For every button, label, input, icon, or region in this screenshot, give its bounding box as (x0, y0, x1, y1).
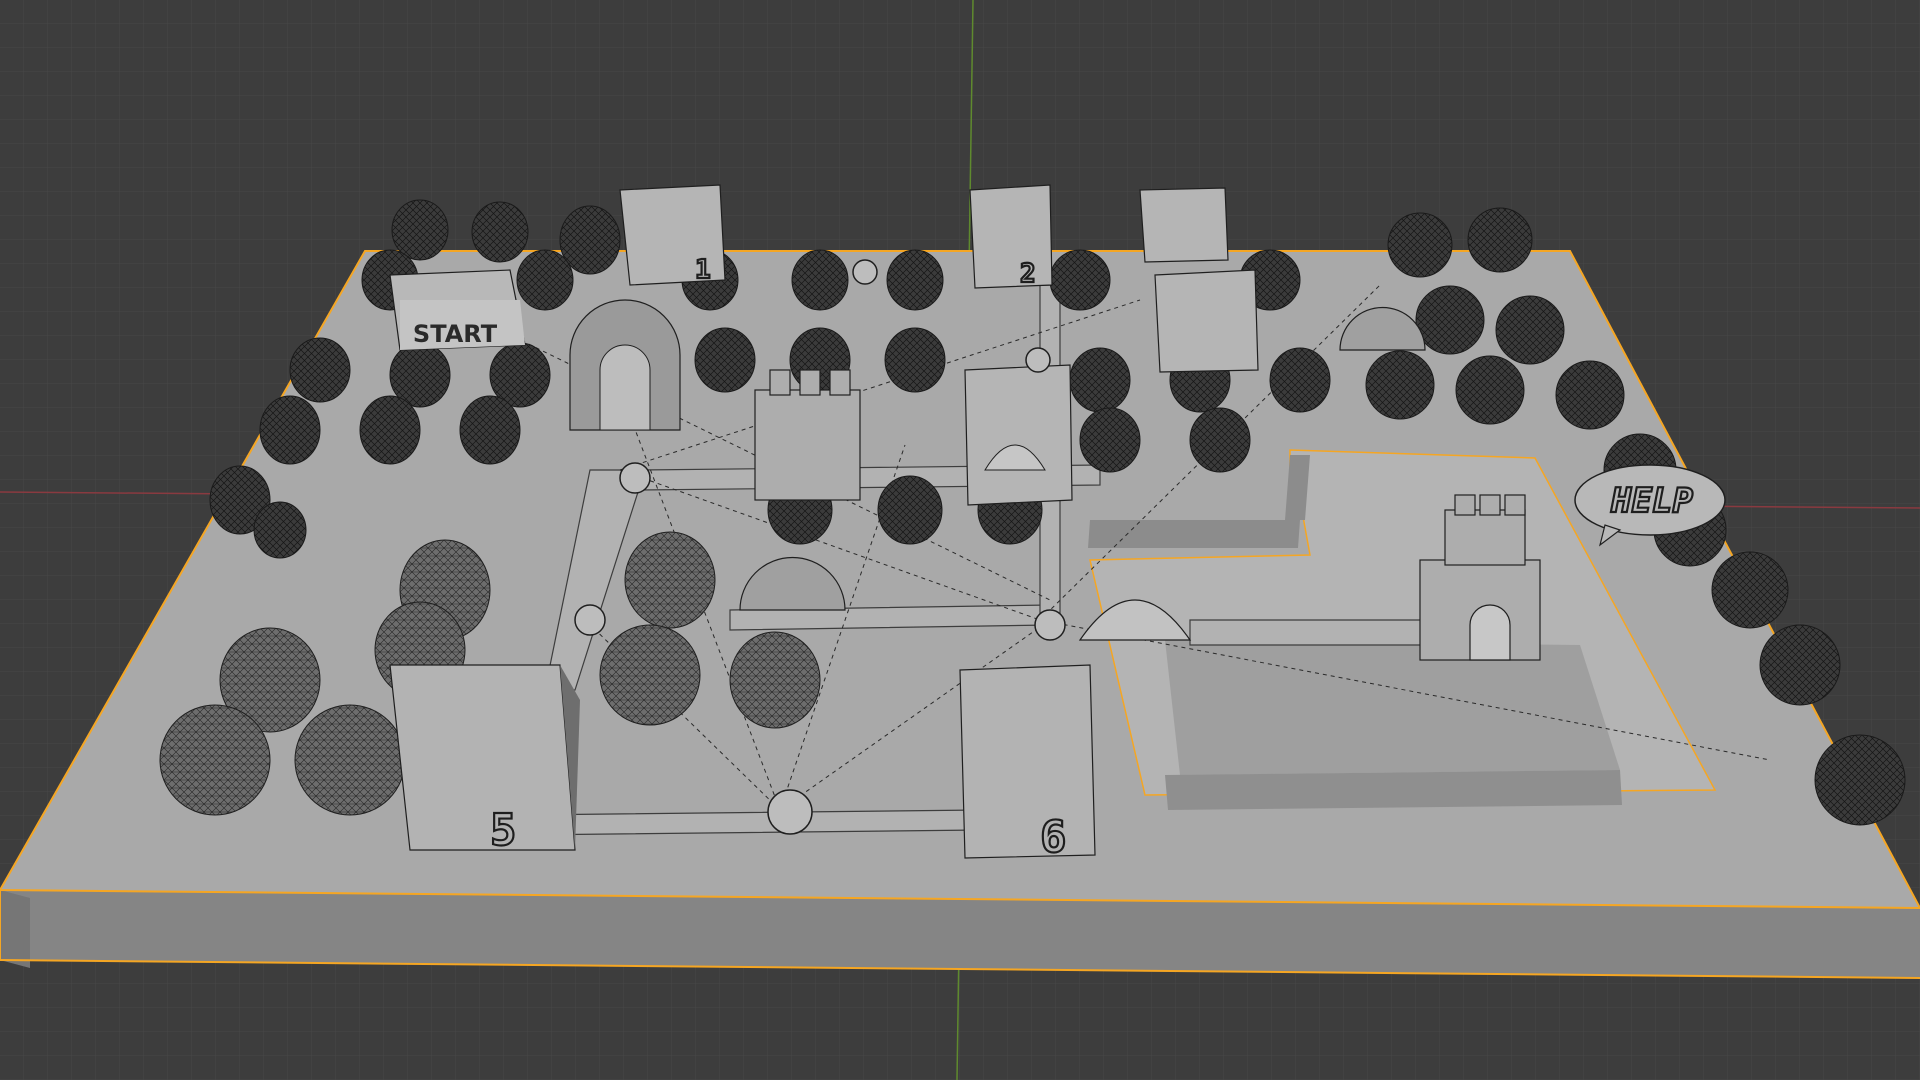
coin-mesh[interactable] (574, 604, 606, 636)
level-block-6[interactable]: 6 (959, 664, 1096, 864)
coin-mesh[interactable] (1025, 347, 1051, 373)
3d-viewport[interactable]: START 1 2 5 6 HELP (0, 0, 1920, 1080)
start-label: START (413, 320, 498, 348)
coin-mesh[interactable] (619, 462, 651, 494)
level-5-label: 5 (490, 805, 517, 856)
level-block-1[interactable]: 1 (619, 184, 726, 286)
help-label: HELP (1610, 481, 1693, 521)
level-block-5[interactable]: 5 (389, 664, 580, 857)
start-block[interactable]: START (389, 269, 526, 351)
heart-block[interactable] (964, 364, 1073, 506)
castle-mesh-small[interactable] (754, 369, 861, 501)
coin-mesh[interactable] (852, 259, 878, 285)
level-6-label: 6 (1040, 812, 1067, 863)
coin-mesh[interactable] (1034, 609, 1066, 641)
level-2-label: 2 (1020, 259, 1036, 289)
coin-mesh[interactable] (767, 789, 813, 835)
level-block-2[interactable]: 2 (969, 184, 1053, 290)
level-1-label: 1 (695, 255, 711, 285)
tunnel-arch-mesh[interactable] (569, 299, 681, 431)
